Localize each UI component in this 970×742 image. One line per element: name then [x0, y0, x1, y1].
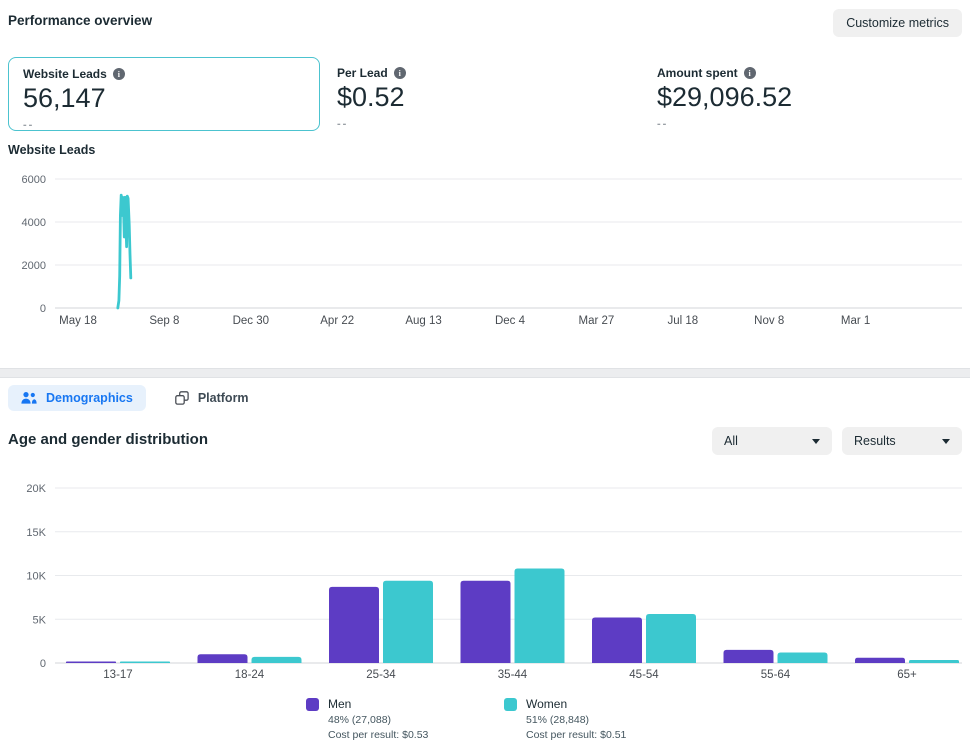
metric-label: Per Lead [337, 66, 388, 80]
legend-item-women: Women 51% (28,848) Cost per result: $0.5… [504, 697, 664, 741]
svg-text:Mar 27: Mar 27 [579, 315, 615, 327]
info-icon[interactable]: i [394, 67, 406, 79]
metric-label: Website Leads [23, 67, 107, 81]
svg-text:2000: 2000 [22, 260, 46, 272]
metric-comparison: -- [23, 119, 305, 131]
tab-label: Demographics [46, 391, 133, 405]
chart-legend: Men 48% (27,088) Cost per result: $0.53 … [0, 697, 970, 741]
svg-text:Mar 1: Mar 1 [841, 315, 870, 327]
svg-text:55-64: 55-64 [761, 669, 791, 681]
breakdown-select[interactable]: All [712, 427, 832, 455]
svg-text:Aug 13: Aug 13 [405, 315, 441, 327]
legend-text-block: Men 48% (27,088) Cost per result: $0.53 [328, 697, 428, 741]
legend-series-share: 51% (28,848) [526, 714, 626, 726]
demographics-section: Demographics Platform Age and gender dis… [0, 378, 970, 742]
legend-series-share: 48% (27,088) [328, 714, 428, 726]
svg-text:Sep 8: Sep 8 [149, 315, 179, 327]
legend-series-cost: Cost per result: $0.51 [526, 729, 626, 741]
svg-text:Apr 22: Apr 22 [320, 315, 354, 327]
svg-text:0: 0 [40, 658, 46, 670]
metric-comparison: -- [657, 118, 879, 130]
svg-text:Jul 18: Jul 18 [667, 315, 698, 327]
legend-series-cost: Cost per result: $0.53 [328, 729, 428, 741]
svg-text:May 18: May 18 [59, 315, 97, 327]
metric-label: Amount spent [657, 66, 738, 80]
svg-text:13-17: 13-17 [103, 669, 132, 681]
metric-label-row: Per Lead i [337, 66, 559, 80]
tab-demographics[interactable]: Demographics [8, 385, 146, 411]
metric-label-row: Amount spent i [657, 66, 879, 80]
svg-text:Dec 4: Dec 4 [495, 315, 526, 327]
tab-platform[interactable]: Platform [162, 385, 262, 411]
legend-series-name: Men [328, 697, 428, 711]
metric-select[interactable]: Results [842, 427, 962, 455]
bar-chart-heading: Age and gender distribution [8, 431, 208, 448]
performance-overview-page: Performance overview Customize metrics W… [0, 0, 970, 742]
svg-text:20K: 20K [26, 483, 46, 495]
breakdown-select-value: All [724, 434, 738, 448]
metric-value: $29,096.52 [657, 82, 879, 113]
svg-text:65+: 65+ [897, 669, 917, 681]
svg-text:18-24: 18-24 [235, 669, 265, 681]
overlap-squares-icon [175, 391, 189, 405]
svg-text:45-54: 45-54 [629, 669, 659, 681]
svg-text:35-44: 35-44 [498, 669, 528, 681]
chart-filters: All Results [712, 427, 962, 455]
metric-comparison: -- [337, 118, 559, 130]
legend-series-name: Women [526, 697, 626, 711]
tab-label: Platform [198, 391, 249, 405]
people-icon [21, 391, 37, 405]
svg-text:4000: 4000 [22, 217, 46, 229]
svg-text:5K: 5K [33, 614, 47, 626]
info-icon[interactable]: i [744, 67, 756, 79]
legend-text-block: Women 51% (28,848) Cost per result: $0.5… [526, 697, 626, 741]
website-leads-line-chart: 0 2000 4000 6000 May 18 Sep 8 Dec 30 Apr 22 Aug … [0, 160, 970, 345]
page-title: Performance overview [8, 9, 152, 28]
chevron-down-icon [942, 439, 950, 444]
svg-text:25-34: 25-34 [366, 669, 396, 681]
info-icon[interactable]: i [113, 68, 125, 80]
metric-value: 56,147 [23, 83, 305, 114]
metric-value: $0.52 [337, 82, 559, 113]
svg-text:Nov 8: Nov 8 [754, 315, 784, 327]
legend-item-men: Men 48% (27,088) Cost per result: $0.53 [306, 697, 466, 741]
line-chart-title: Website Leads [8, 143, 95, 157]
performance-overview-section: Performance overview Customize metrics W… [0, 0, 970, 368]
metric-card-amount-spent[interactable]: Amount spent i $29,096.52 -- [643, 57, 893, 131]
svg-text:Dec 30: Dec 30 [233, 315, 269, 327]
chevron-down-icon [812, 439, 820, 444]
section-header: Performance overview Customize metrics [8, 9, 962, 37]
women-color-swatch [504, 698, 517, 711]
metric-card-website-leads[interactable]: Website Leads i 56,147 -- [8, 57, 320, 131]
metric-select-value: Results [854, 434, 896, 448]
metric-card-per-lead[interactable]: Per Lead i $0.52 -- [323, 57, 573, 131]
svg-text:6000: 6000 [22, 174, 46, 186]
age-gender-bar-chart: 0 5K 10K 15K 20K 13-17 18-24 25-34 35-44 45-54 55-… [0, 470, 970, 688]
svg-text:0: 0 [40, 303, 46, 315]
breakdown-tabs: Demographics Platform [8, 385, 262, 411]
customize-metrics-button[interactable]: Customize metrics [833, 9, 962, 37]
svg-text:10K: 10K [26, 571, 46, 583]
metric-label-row: Website Leads i [23, 67, 305, 81]
svg-text:15K: 15K [26, 527, 46, 539]
section-divider [0, 368, 970, 378]
men-color-swatch [306, 698, 319, 711]
